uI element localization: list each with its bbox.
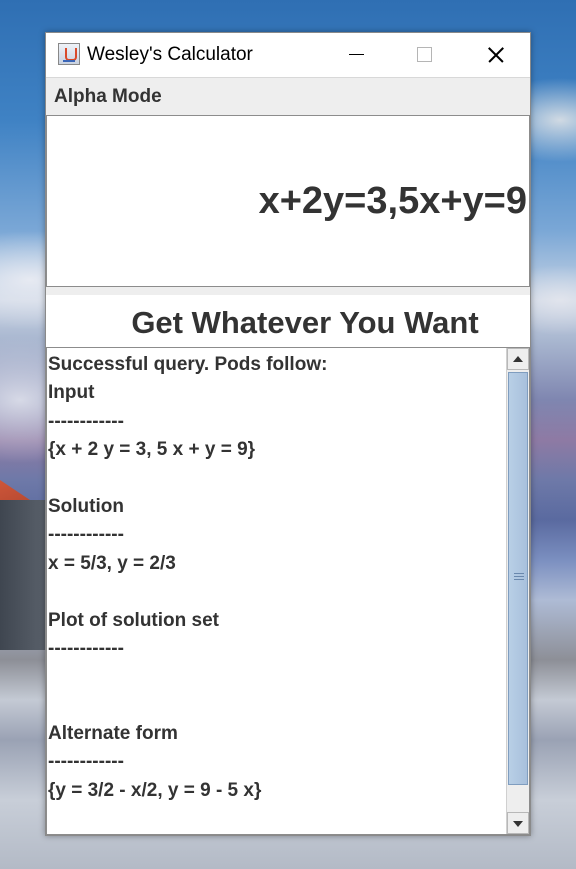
- results-text: Successful query. Pods follow: Input -----…: [48, 351, 503, 805]
- java-cup-icon: [58, 43, 80, 65]
- scroll-down-button[interactable]: [507, 812, 529, 834]
- result-line: {x + 2 y = 3, 5 x + y = 9}: [48, 439, 256, 461]
- result-line: Solution: [48, 495, 124, 517]
- result-line: [48, 692, 503, 720]
- result-line: Successful query. Pods follow:: [48, 354, 328, 375]
- title-bar[interactable]: Wesley's Calculator: [46, 33, 530, 77]
- result-line: x = 5/3, y = 2/3: [48, 552, 176, 574]
- scroll-grip-icon: [514, 573, 524, 581]
- expression-input[interactable]: x+2y=3,5x+y=9: [46, 115, 530, 287]
- mode-label[interactable]: Alpha Mode: [54, 86, 162, 108]
- minimize-button[interactable]: [322, 33, 390, 77]
- get-whatever-button[interactable]: Get Whatever You Want: [46, 287, 530, 347]
- result-line: ------------: [48, 410, 124, 432]
- expression-text: x+2y=3,5x+y=9: [258, 180, 527, 222]
- window-title: Wesley's Calculator: [87, 44, 253, 65]
- close-button[interactable]: [460, 33, 528, 77]
- background-house-wall: [0, 500, 50, 650]
- submit-button-label: Get Whatever You Want: [131, 305, 479, 340]
- results-pane[interactable]: Successful query. Pods follow: Input -----…: [46, 347, 530, 835]
- results-scrollbar[interactable]: [506, 348, 529, 834]
- result-line: [48, 663, 503, 691]
- result-line: [48, 578, 503, 606]
- result-line: [48, 465, 503, 493]
- calculator-window: Wesley's Calculator Alpha Mode x+2y=3,5x…: [45, 32, 531, 836]
- result-line: ------------: [48, 751, 124, 773]
- result-line: Plot of solution set: [48, 609, 219, 631]
- result-line: Input: [48, 382, 95, 404]
- scroll-up-button[interactable]: [507, 348, 529, 370]
- scroll-thumb[interactable]: [508, 372, 528, 785]
- mode-bar[interactable]: Alpha Mode: [46, 77, 530, 115]
- result-line: {y = 3/2 - x/2, y = 9 - 5 x}: [48, 779, 262, 801]
- result-line: ------------: [48, 637, 124, 659]
- result-line: Alternate form: [48, 723, 178, 745]
- result-line: ------------: [48, 524, 124, 546]
- maximize-button[interactable]: [390, 33, 458, 77]
